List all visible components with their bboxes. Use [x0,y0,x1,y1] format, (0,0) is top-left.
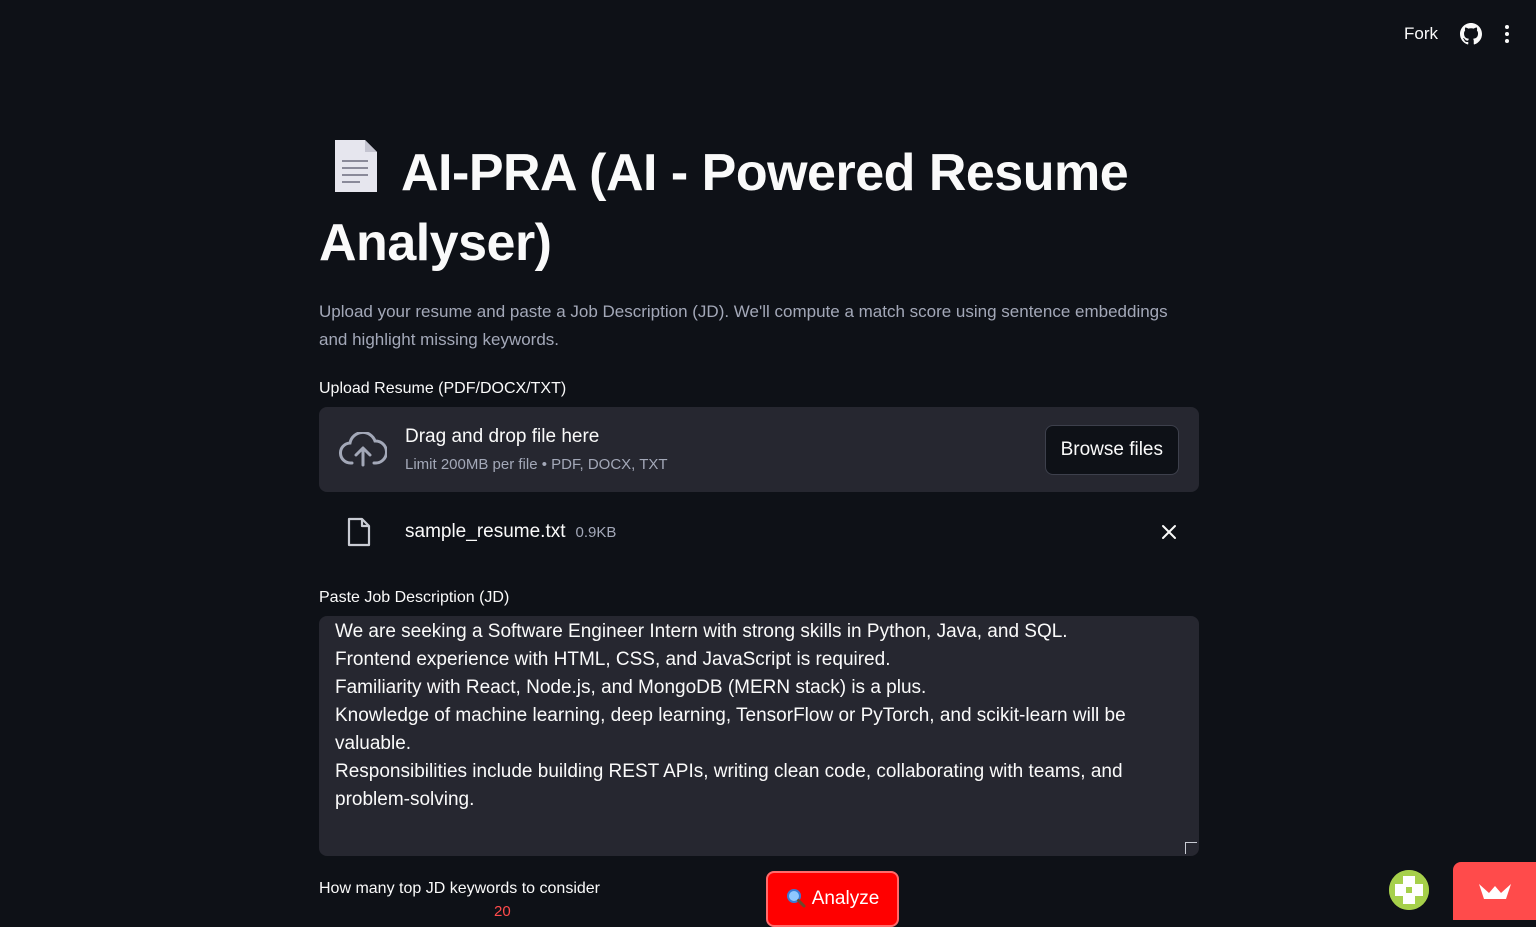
browse-files-button[interactable]: Browse files [1044,424,1179,475]
streamlit-logo-icon[interactable] [1453,862,1536,920]
dropzone-limit: Limit 200MB per file • PDF, DOCX, TXT [405,456,668,473]
upload-label: Upload Resume (PDF/DOCX/TXT) [319,380,567,397]
keywords-slider-value[interactable]: 20 [494,903,511,920]
user-avatar[interactable] [1389,870,1429,910]
cloud-upload-icon [339,430,387,470]
uploaded-file: sample_resume.txt 0.9KB [319,492,1199,572]
analyze-label: Analyze [811,888,880,909]
remove-file-icon[interactable] [1161,524,1177,540]
file-icon [347,517,375,547]
main-content: AI-PRA (AI - Powered Resume Analyser) Up… [319,138,1199,856]
analyze-button[interactable]: Analyze [766,871,899,927]
file-dropzone[interactable]: Drag and drop file here Limit 200MB per … [319,407,1199,492]
page-subtitle: Upload your resume and paste a Job Descr… [319,302,1168,349]
toolbar: Fork [0,0,1536,68]
keywords-slider-label: How many top JD keywords to consider [319,880,600,897]
resize-handle[interactable] [1185,842,1197,854]
magnifier-icon [786,888,806,914]
file-size: 0.9KB [575,523,617,541]
dropzone-title: Drag and drop file here [405,426,600,447]
dropzone-text: Drag and drop file here Limit 200MB per … [405,426,1045,473]
page-title: AI-PRA (AI - Powered Resume Analyser) [319,138,1199,276]
github-icon[interactable] [1460,23,1482,45]
jd-textarea[interactable]: We are seeking a Software Engineer Inter… [319,616,1199,856]
jd-label: Paste Job Description (JD) [319,589,510,606]
fork-link[interactable]: Fork [1404,24,1438,44]
page-title-text: AI-PRA (AI - Powered Resume Analyser) [319,144,1129,272]
file-name: sample_resume.txt [405,521,566,542]
more-vertical-icon[interactable] [1504,24,1510,44]
jd-text[interactable]: We are seeking a Software Engineer Inter… [335,618,1183,814]
document-icon [331,138,379,210]
